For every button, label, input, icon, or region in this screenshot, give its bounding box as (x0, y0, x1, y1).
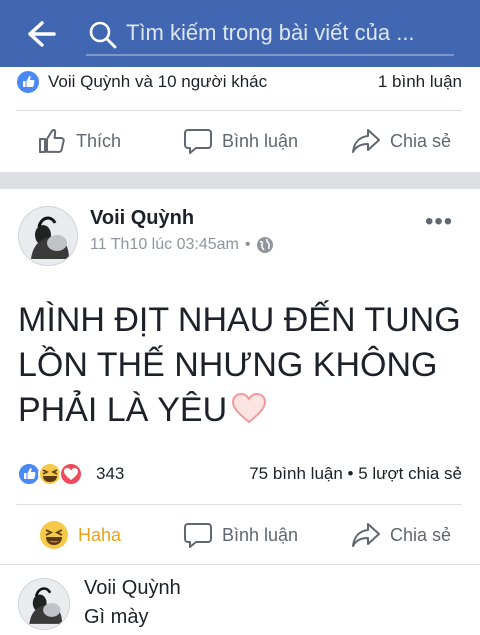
post-meta: 11 Th10 lúc 03:45am • (90, 236, 274, 254)
comment-button[interactable]: Bình luận (182, 505, 298, 565)
post-separator (0, 172, 480, 189)
share-arrow-icon (352, 129, 380, 153)
post2-action-row: Haha Bình luận Chia sẻ (0, 505, 480, 565)
like-reaction-icon (17, 462, 41, 486)
search-icon (89, 21, 117, 49)
haha-button[interactable]: Haha (38, 505, 121, 565)
share-label: Chia sẻ (390, 130, 452, 151)
meta-separator: • (244, 236, 251, 253)
comment-avatar[interactable] (18, 578, 70, 630)
search-field[interactable]: Tìm kiếm trong bài viết của ... (86, 14, 454, 56)
comment-bubble-icon (184, 523, 212, 548)
like-label: Thích (76, 130, 122, 151)
share-button[interactable]: Chia sẻ (350, 111, 451, 171)
love-reaction-icon (59, 462, 83, 486)
comment-label: Bình luận (222, 130, 299, 151)
search-input[interactable]: Tìm kiếm trong bài viết của ... (126, 20, 415, 46)
comment-label: Bình luận (222, 524, 299, 545)
avatar[interactable] (18, 206, 78, 266)
globe-icon (257, 237, 274, 253)
avatar-image (19, 579, 69, 629)
comment-item (0, 565, 480, 635)
post1-stats-row: Voii Quỳnh và 10 người khác 1 bình luận (16, 66, 462, 96)
more-options-icon[interactable]: ••• (425, 208, 453, 236)
haha-label: Haha (78, 524, 122, 545)
comment-author[interactable]: Voii Quỳnh (84, 577, 181, 600)
comment-text: Gì mày (84, 606, 149, 628)
share-button[interactable]: Chia sẻ (350, 505, 451, 565)
top-bar: Tìm kiếm trong bài viết của ... (0, 0, 480, 67)
likes-summary[interactable]: Voii Quỳnh và 10 người khác (48, 72, 267, 92)
reaction-count[interactable]: 343 (96, 464, 124, 484)
like-reaction-icon (17, 71, 39, 93)
haha-emoji-icon (40, 521, 68, 549)
comments-shares-count[interactable]: 75 bình luận • 5 lượt chia sẻ (249, 464, 462, 484)
back-arrow-icon[interactable] (22, 19, 58, 49)
like-button[interactable]: Thích (36, 111, 121, 171)
avatar-image (19, 207, 77, 265)
thumbs-up-icon (39, 129, 65, 153)
post1-action-row: Thích Bình luận Chia sẻ (0, 111, 480, 171)
post2-stats-row: 343 75 bình luận • 5 lượt chia sẻ (16, 458, 462, 490)
search-underline (86, 54, 454, 56)
post-content: MÌNH ĐỊT NHAU ĐẾN TUNG LỒN THẾ NHƯNG KHÔ… (18, 298, 468, 433)
post-timestamp[interactable]: 11 Th10 lúc 03:45am (90, 236, 239, 254)
post-author[interactable]: Voii Quỳnh (90, 207, 194, 230)
comments-count[interactable]: 1 bình luận (378, 72, 462, 92)
share-arrow-icon (352, 523, 380, 547)
comment-button[interactable]: Bình luận (182, 111, 298, 171)
share-label: Chia sẻ (390, 524, 452, 545)
reaction-icons[interactable] (16, 461, 94, 487)
haha-reaction-icon (38, 462, 62, 486)
heart-emoji-icon (232, 392, 267, 424)
comment-bubble-icon (184, 129, 212, 154)
